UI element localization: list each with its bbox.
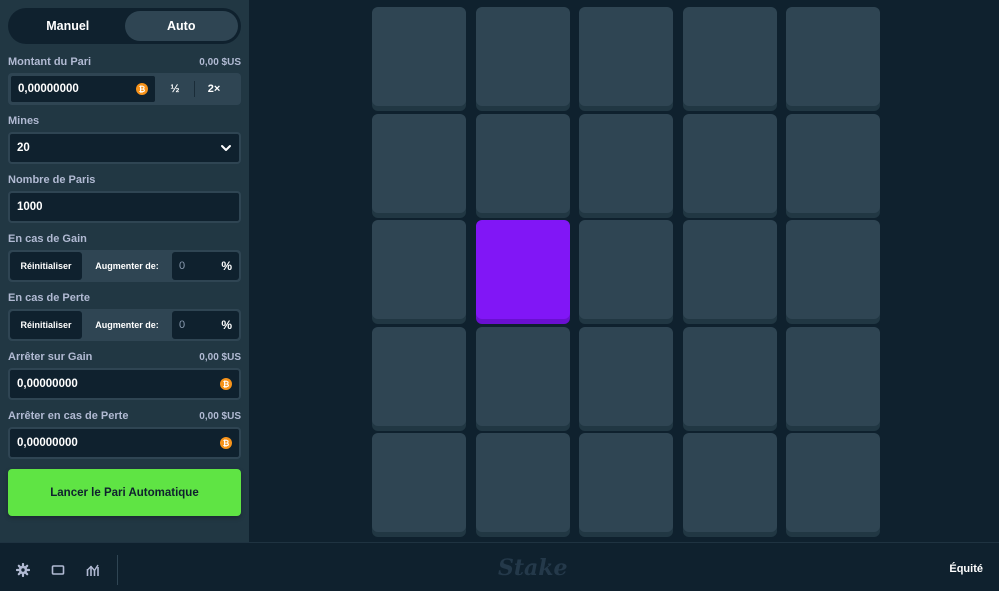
mine-tile[interactable]: [475, 220, 570, 319]
stop-on-loss-input[interactable]: 0,00000000 ₿: [8, 427, 241, 459]
number-of-bets-label: Nombre de Paris: [8, 174, 96, 186]
stop-on-loss-group: Arrêter en cas de Perte 0,00 $US 0,00000…: [8, 408, 241, 459]
on-win-increase-button[interactable]: Augmenter de:: [82, 252, 172, 280]
mine-tile[interactable]: [475, 326, 570, 426]
mine-tile[interactable]: [786, 113, 880, 213]
bet-amount-input[interactable]: 0,00000000 ₿: [10, 75, 156, 103]
mine-tile[interactable]: [475, 7, 570, 106]
chevron-down-icon: [221, 145, 231, 151]
on-win-group: En cas de Gain Réinitialiser Augmenter d…: [8, 231, 241, 282]
footer-divider: [117, 555, 118, 585]
app: Manuel Auto Montant du Pari 0,00 $US 0,0…: [0, 0, 999, 591]
percent-icon: %: [221, 259, 232, 273]
bitcoin-icon: ₿: [220, 378, 232, 390]
bet-amount-control: 0,00000000 ₿ ½ 2×: [8, 73, 241, 105]
number-of-bets-group: Nombre de Paris 1000: [8, 172, 241, 223]
bitcoin-icon: ₿: [220, 437, 232, 449]
stop-on-profit-input[interactable]: 0,00000000 ₿: [8, 368, 241, 400]
mine-tile[interactable]: [372, 220, 466, 319]
mine-tile[interactable]: [579, 433, 673, 532]
gear-icon[interactable]: [16, 563, 30, 577]
on-win-percent-input[interactable]: 0 %: [172, 252, 239, 280]
stop-on-loss-value: 0,00000000: [17, 437, 78, 449]
number-of-bets-value: 1000: [17, 201, 43, 213]
tab-manual[interactable]: Manuel: [11, 11, 125, 41]
on-win-label: En cas de Gain: [8, 233, 87, 245]
number-of-bets-input[interactable]: 1000: [8, 191, 241, 223]
bet-amount-usd: 0,00 $US: [199, 56, 241, 68]
stop-on-loss-label: Arrêter en cas de Perte: [8, 410, 129, 422]
footer: Stake Équité: [0, 542, 999, 591]
stop-on-profit-group: Arrêter sur Gain 0,00 $US 0,00000000 ₿: [8, 349, 241, 400]
on-win-control: Réinitialiser Augmenter de: 0 %: [8, 250, 241, 282]
launch-autobet-button[interactable]: Lancer le Pari Automatique: [8, 469, 241, 516]
stop-on-loss-usd: 0,00 $US: [199, 410, 241, 422]
sidebar: Manuel Auto Montant du Pari 0,00 $US 0,0…: [0, 0, 249, 542]
mode-toggle: Manuel Auto: [8, 8, 241, 44]
on-win-reset-button[interactable]: Réinitialiser: [10, 252, 82, 280]
half-button[interactable]: ½: [156, 75, 194, 103]
bet-amount-group: Montant du Pari 0,00 $US 0,00000000 ₿ ½ …: [8, 54, 241, 105]
stop-on-profit-label: Arrêter sur Gain: [8, 351, 93, 363]
mine-tile[interactable]: [786, 326, 880, 426]
mine-tile[interactable]: [579, 326, 673, 426]
mine-tile[interactable]: [786, 7, 880, 106]
bitcoin-icon: ₿: [136, 83, 148, 95]
mine-tile[interactable]: [682, 113, 777, 213]
mine-tile[interactable]: [682, 326, 777, 426]
mine-tile[interactable]: [682, 433, 777, 532]
fairness-link[interactable]: Équité: [949, 563, 983, 575]
mine-tile[interactable]: [372, 433, 466, 532]
on-win-value: 0: [179, 260, 186, 272]
on-loss-label: En cas de Perte: [8, 292, 90, 304]
double-button[interactable]: 2×: [195, 75, 233, 103]
mine-tile[interactable]: [579, 220, 673, 319]
percent-icon: %: [221, 318, 232, 332]
stop-on-profit-usd: 0,00 $US: [199, 351, 241, 363]
mine-tile[interactable]: [579, 7, 673, 106]
mine-tile[interactable]: [682, 7, 777, 106]
mine-tile[interactable]: [372, 113, 466, 213]
stake-logo: Stake: [498, 555, 568, 581]
mines-select[interactable]: 20: [8, 132, 241, 164]
mines-label: Mines: [8, 115, 40, 127]
on-loss-control: Réinitialiser Augmenter de: 0 %: [8, 309, 241, 341]
mine-tile[interactable]: [786, 220, 880, 319]
mine-tile[interactable]: [475, 113, 570, 213]
on-loss-reset-button[interactable]: Réinitialiser: [10, 311, 82, 339]
theatre-mode-icon[interactable]: [51, 563, 65, 577]
mine-tile[interactable]: [579, 113, 673, 213]
tab-auto[interactable]: Auto: [124, 11, 238, 41]
mines-value: 20: [17, 142, 30, 154]
bet-amount-label: Montant du Pari: [8, 56, 92, 68]
on-loss-value: 0: [179, 319, 186, 331]
on-loss-increase-button[interactable]: Augmenter de:: [82, 311, 172, 339]
stats-icon[interactable]: [86, 563, 100, 577]
mines-grid: [249, 0, 999, 542]
mine-tile[interactable]: [786, 433, 880, 532]
mines-group: Mines 20: [8, 113, 241, 164]
on-loss-percent-input[interactable]: 0 %: [172, 311, 239, 339]
mine-tile[interactable]: [372, 7, 466, 106]
mine-tile[interactable]: [475, 433, 570, 532]
bet-amount-value: 0,00000000: [18, 83, 79, 95]
mine-tile[interactable]: [682, 220, 777, 319]
on-loss-group: En cas de Perte Réinitialiser Augmenter …: [8, 290, 241, 341]
mine-tile[interactable]: [372, 326, 466, 426]
stop-on-profit-value: 0,00000000: [17, 378, 78, 390]
